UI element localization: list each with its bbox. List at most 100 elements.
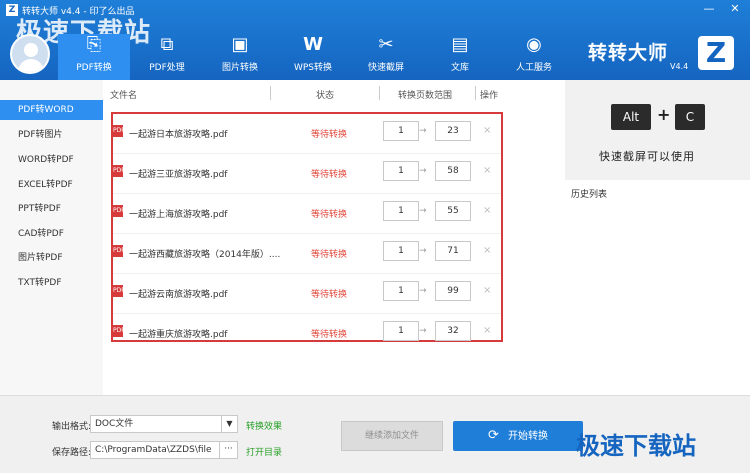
image-convert-icon: ▣ bbox=[231, 34, 249, 55]
page-from-input[interactable]: 1 bbox=[383, 121, 419, 141]
tab-label: PDF处理 bbox=[149, 63, 185, 73]
library-icon: ▤ bbox=[451, 34, 469, 55]
delete-icon[interactable]: × bbox=[483, 165, 491, 176]
pdf-convert-icon: ⎘ bbox=[86, 34, 102, 55]
browse-button[interactable]: ··· bbox=[219, 442, 237, 458]
sidebar-item-pdf-to-word[interactable]: PDF转WORD bbox=[0, 100, 103, 120]
pdf-file-icon: PDF bbox=[113, 245, 125, 257]
sidebar-item-word-to-pdf[interactable]: WORD转PDF bbox=[0, 150, 103, 170]
page-from-input[interactable]: 1 bbox=[383, 281, 419, 301]
tab-wps-convert[interactable]: W WPS转换 bbox=[277, 34, 349, 80]
conversion-effect-link[interactable]: 转换效果 bbox=[246, 419, 282, 432]
page-to-input[interactable]: 99 bbox=[435, 281, 471, 301]
table-row[interactable]: PDF 一起游西藏旅游攻略（2014年版）.... 等待转换 1 → 71 × bbox=[113, 234, 501, 274]
delete-icon[interactable]: × bbox=[483, 125, 491, 136]
sidebar-item-cad-to-pdf[interactable]: CAD转PDF bbox=[0, 224, 103, 244]
tab-pdf-convert[interactable]: ⎘ PDF转换 bbox=[58, 34, 130, 80]
page-from-input[interactable]: 1 bbox=[383, 201, 419, 221]
tab-label: 人工服务 bbox=[515, 63, 552, 73]
tab-pdf-process[interactable]: ⧉ PDF处理 bbox=[131, 34, 203, 80]
brand-name: 转转大师 bbox=[588, 42, 669, 64]
column-header-status: 状态 bbox=[316, 91, 335, 101]
arrow-right-icon: → bbox=[419, 326, 427, 336]
arrow-right-icon: → bbox=[419, 206, 427, 216]
file-list-panel: 文件名 状态 转换页数范围 操作 PDF 一起游日本旅游攻略.pdf 等待转换 … bbox=[103, 80, 565, 395]
page-to-input[interactable]: 23 bbox=[435, 121, 471, 141]
tab-label: 文库 bbox=[450, 63, 469, 73]
column-divider bbox=[475, 86, 476, 100]
table-row[interactable]: PDF 一起游云南旅游攻略.pdf 等待转换 1 → 99 × bbox=[113, 274, 501, 314]
table-row[interactable]: PDF 一起游日本旅游攻略.pdf 等待转换 1 → 23 × bbox=[113, 114, 501, 154]
file-status: 等待转换 bbox=[311, 210, 348, 220]
avatar[interactable] bbox=[10, 34, 50, 74]
table-row[interactable]: PDF 一起游重庆旅游攻略.pdf 等待转换 1 → 32 × bbox=[113, 314, 501, 354]
watermark: 极速下载站 bbox=[576, 432, 696, 460]
delete-icon[interactable]: × bbox=[483, 205, 491, 216]
sidebar-item-image-to-pdf[interactable]: 图片转PDF bbox=[0, 248, 103, 268]
pdf-file-icon: PDF bbox=[113, 325, 125, 337]
page-to-input[interactable]: 32 bbox=[435, 321, 471, 341]
chevron-down-icon[interactable]: ▼ bbox=[221, 416, 237, 432]
plus-icon: + bbox=[657, 105, 671, 124]
sidebar-item-ppt-to-pdf[interactable]: PPT转PDF bbox=[0, 199, 103, 219]
sidebar-item-pdf-to-image[interactable]: PDF转图片 bbox=[0, 125, 103, 145]
table-row[interactable]: PDF 一起游上海旅游攻略.pdf 等待转换 1 → 55 × bbox=[113, 194, 501, 234]
file-name: 一起游日本旅游攻略.pdf bbox=[129, 130, 228, 140]
sidebar-item-excel-to-pdf[interactable]: EXCEL转PDF bbox=[0, 175, 103, 195]
arrow-right-icon: → bbox=[419, 166, 427, 176]
start-convert-button[interactable]: ⟳ 开始转换 bbox=[453, 421, 583, 451]
file-status: 等待转换 bbox=[311, 170, 348, 180]
sidebar: PDF转WORD PDF转图片 WORD转PDF EXCEL转PDF PPT转P… bbox=[0, 80, 103, 395]
tab-label: 快速截屏 bbox=[367, 63, 404, 73]
page-to-input[interactable]: 71 bbox=[435, 241, 471, 261]
arrow-right-icon: → bbox=[419, 246, 427, 256]
save-path-input[interactable]: C:\ProgramData\ZZDS\file ··· bbox=[90, 441, 238, 459]
tab-screenshot[interactable]: ✂ 快速截屏 bbox=[350, 34, 422, 80]
tab-support[interactable]: ◉ 人工服务 bbox=[498, 34, 570, 80]
page-from-input[interactable]: 1 bbox=[383, 241, 419, 261]
tab-image-convert[interactable]: ▣ 图片转换 bbox=[204, 34, 276, 80]
pdf-file-icon: PDF bbox=[113, 125, 125, 137]
delete-icon[interactable]: × bbox=[483, 325, 491, 336]
page-to-input[interactable]: 55 bbox=[435, 201, 471, 221]
column-header-action: 操作 bbox=[480, 91, 499, 101]
delete-icon[interactable]: × bbox=[483, 285, 491, 296]
promo-text: 快速截屏可以使用 bbox=[599, 150, 695, 163]
minimize-button[interactable]: — bbox=[700, 2, 718, 16]
tab-library[interactable]: ▤ 文库 bbox=[424, 34, 496, 80]
column-divider bbox=[379, 86, 380, 100]
file-name: 一起游云南旅游攻略.pdf bbox=[129, 290, 228, 300]
top-toolbar: Z 转转大师 v4.4 - 印了么出品 极速下载站 — ✕ ⎘ PDF转换 ⧉ … bbox=[0, 0, 750, 80]
column-header-name: 文件名 bbox=[110, 91, 138, 101]
file-status: 等待转换 bbox=[311, 330, 348, 340]
file-status: 等待转换 bbox=[311, 250, 348, 260]
pdf-file-icon: PDF bbox=[113, 165, 125, 177]
bottom-bar: 输出格式: DOC文件 ▼ 转换效果 保存路径: C:\ProgramData\… bbox=[0, 395, 750, 473]
file-name: 一起游上海旅游攻略.pdf bbox=[129, 210, 228, 220]
arrow-right-icon: → bbox=[419, 126, 427, 136]
table-row[interactable]: PDF 一起游三亚旅游攻略.pdf 等待转换 1 → 58 × bbox=[113, 154, 501, 194]
c-key-icon: C bbox=[675, 104, 705, 130]
pdf-file-icon: PDF bbox=[113, 285, 125, 297]
output-format-select[interactable]: DOC文件 ▼ bbox=[90, 415, 238, 433]
output-format-label: 输出格式: bbox=[52, 422, 92, 432]
brand-logo-icon: Z bbox=[698, 36, 734, 70]
brand-version: V4.4 bbox=[670, 62, 689, 71]
page-from-input[interactable]: 1 bbox=[383, 161, 419, 181]
refresh-icon: ⟳ bbox=[487, 428, 499, 443]
delete-icon[interactable]: × bbox=[483, 245, 491, 256]
tab-label: PDF转换 bbox=[76, 63, 112, 73]
page-from-input[interactable]: 1 bbox=[383, 321, 419, 341]
column-header-page-range: 转换页数范围 bbox=[398, 91, 453, 101]
sidebar-item-txt-to-pdf[interactable]: TXT转PDF bbox=[0, 273, 103, 293]
close-button[interactable]: ✕ bbox=[726, 2, 744, 16]
arrow-right-icon: → bbox=[419, 286, 427, 296]
screenshot-promo-banner[interactable]: Alt + C 快速截屏可以使用 bbox=[565, 80, 750, 180]
file-name: 一起游三亚旅游攻略.pdf bbox=[129, 170, 228, 180]
page-to-input[interactable]: 58 bbox=[435, 161, 471, 181]
open-directory-link[interactable]: 打开目录 bbox=[246, 445, 282, 458]
file-name: 一起游重庆旅游攻略.pdf bbox=[129, 330, 228, 340]
add-more-files-button[interactable]: 继续添加文件 bbox=[341, 421, 443, 451]
file-table: PDF 一起游日本旅游攻略.pdf 等待转换 1 → 23 × PDF 一起游三… bbox=[111, 112, 503, 342]
right-panel: Alt + C 快速截屏可以使用 历史列表 bbox=[565, 80, 750, 395]
